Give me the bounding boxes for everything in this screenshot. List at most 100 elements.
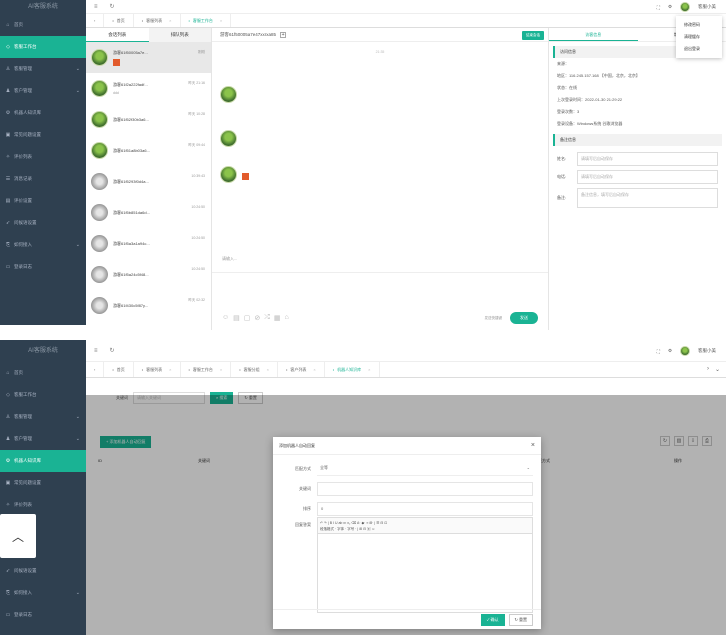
tab-item[interactable]: • 客服工作台 × [181,362,232,377]
reset-button[interactable]: ↻ 重置 [508,613,533,626]
refresh-icon[interactable]: ↻ [110,3,115,10]
chat-list-item[interactable]: 游客61f5a24c5f48... 10:24:50 [86,259,211,290]
confirm-button[interactable]: ✓ 确认 [480,613,505,626]
end-session-button[interactable]: 结束会话 [522,31,544,40]
chat-list-item[interactable]: 游客61f2a222fadf... ddd 昨天 21:16 [86,73,211,104]
emoji-icon[interactable]: ☺ [222,314,229,322]
chevron-down-icon: ⌄ [526,465,530,470]
editor-toolbar[interactable]: ↶ ↷ | B I U ab x² x₂ ⌫ A· ◆· ≡ ⊞· | ☰ ⊟ … [318,518,532,534]
send-hint[interactable]: 发送快捷键 [485,316,503,321]
tab-prev-icon[interactable]: ‹ [86,14,105,27]
file-icon[interactable]: ▢ [244,314,251,322]
home-icon[interactable]: ⌂ [285,314,289,322]
close-icon[interactable]: × [220,18,222,23]
menu-item-clear-cache[interactable]: 清理缓存 [676,31,722,43]
block-icon[interactable]: ⊘ [254,314,260,322]
image-message[interactable] [242,172,249,180]
remark-input[interactable]: 请填写后自动保存 [577,170,718,184]
sidebar-item[interactable]: ▣ 常见问题设置 [0,472,86,494]
remark-input[interactable]: 请填写后自动保存 [577,152,718,166]
sidebar-item[interactable]: ♟ 客户管理 ⌄ [0,80,86,102]
sidebar-item[interactable]: ▭ 登录日志 [0,604,86,626]
menu-toggle-icon[interactable]: ≡ [94,4,98,10]
refresh-icon[interactable]: ↻ [110,347,115,354]
close-icon[interactable]: × [220,367,222,372]
tab-item[interactable]: • 首页 [104,14,134,27]
menu-toggle-icon[interactable]: ≡ [94,348,98,354]
chat-list-item[interactable]: 游客61f51a8b03a6... 昨天 09:44 [86,135,211,166]
sidebar-item-label: 评价列表 [14,502,32,507]
sidebar-item[interactable]: ✧ 评价列表 [0,146,86,168]
sidebar-item[interactable]: ◇ 客服工作台 [0,36,86,58]
avatar[interactable] [680,2,690,12]
close-icon[interactable]: × [267,367,269,372]
chat-list-item[interactable]: 游客61f430c5f87y... 昨天 02:32 [86,290,211,321]
tab-item[interactable]: • 机器人知识库 × [325,362,380,377]
add-icon[interactable]: + [280,31,287,38]
close-icon[interactable]: × [169,367,171,372]
match-type-select[interactable]: 全等 ⌄ [317,462,533,476]
sidebar-item[interactable]: ➶ 问候语设置 [0,560,86,582]
menu-item-change-password[interactable]: 修改密码 [676,19,722,31]
sidebar-item[interactable]: ➶ 问候语设置 [0,212,86,234]
rich-text-editor[interactable]: ↶ ↷ | B I U ab x² x₂ ⌫ A· ◆· ≡ ⊞· | ☰ ⊟ … [317,517,533,613]
sidebar-item[interactable]: ▣ 常见问题设置 [0,124,86,146]
user-name[interactable]: 客服小美 [698,4,716,10]
sidebar-item[interactable]: ▤ 评价设置 [0,190,86,212]
remark-input[interactable]: 备注信息，填写后自动保存 [577,188,718,208]
chat-time: 昨天 21:16 [188,81,205,85]
editor-toolbar-row[interactable]: 段落格式 · 字体 · 字号 · | ⊞ ⊟ ▣ ☺ [320,526,530,532]
chat-list-item[interactable]: 游客61f50005a7e... 刚刚 [86,42,211,73]
sidebar-item-label: 登录日志 [14,264,32,269]
sidebar-item[interactable]: ♙ 客服管理 ⌄ [0,58,86,80]
sidebar-item[interactable]: ▭ 登录日志 [0,256,86,278]
avatar[interactable] [680,346,690,356]
send-button[interactable]: 发送 [510,312,538,324]
message-input[interactable]: 请输入... [222,256,237,262]
chevron-down-icon[interactable]: ⌄ [715,366,720,373]
chat-list-item[interactable]: 游客61f52f30b3a6... 昨天 10:28 [86,104,211,135]
sidebar-item[interactable]: ⎘ 如何接入 ⌄ [0,234,86,256]
tab-item[interactable]: • 客服工作台 × [181,14,232,27]
tab-prev-icon[interactable]: ‹ [86,362,105,377]
grid-icon[interactable]: ▦ [274,314,281,322]
sidebar-item[interactable]: ☰ 消息记录 [0,168,86,190]
fullscreen-icon[interactable]: ⛶ [657,5,660,10]
sidebar-item[interactable]: ✧ 评价列表 [0,494,86,516]
tab-item[interactable]: • 客户列表 × [278,362,325,377]
sidebar-item[interactable]: ◇ 客服工作台 [0,384,86,406]
sort-field[interactable]: 0 [317,502,533,516]
tab-visitor-info[interactable]: 访客信息 [549,28,638,41]
chat-list-item[interactable]: 游客61f5293f0d4a... 10:39:43 [86,166,211,197]
user-name[interactable]: 客服小美 [698,348,716,354]
sidebar-item[interactable]: ⎘ 如何接入 ⌄ [0,582,86,604]
tab-next-icon[interactable]: › [707,366,709,373]
settings-icon[interactable]: ⚙ [668,4,672,10]
sidebar-item-label: 客服工作台 [14,392,37,397]
sidebar-item[interactable]: ♙ 客服管理 ⌄ [0,406,86,428]
sidebar-item[interactable]: ⚙ 机器人知识库 [0,450,86,472]
close-icon[interactable]: × [368,367,370,372]
sidebar-item[interactable]: ♟ 客户管理 ⌄ [0,428,86,450]
transfer-icon[interactable]: ⤮ [264,314,270,322]
tab-item[interactable]: • 客服列表 × [134,14,181,27]
keyword-field[interactable] [317,482,533,496]
tab-queue[interactable]: 排队列表 [148,28,211,42]
tab-item[interactable]: • 客服分组 × [231,362,278,377]
scroll-top-button[interactable]: ︿ [0,514,36,558]
close-icon[interactable]: × [531,442,535,449]
close-icon[interactable]: × [169,18,171,23]
tab-item[interactable]: • 首页 [104,362,134,377]
sidebar-item[interactable]: ⚙ 机器人知识库 [0,102,86,124]
sidebar-item[interactable]: ⌂ 首页 [0,362,86,384]
close-icon[interactable]: × [313,367,315,372]
chat-list-item[interactable]: 游客61f5a3a1a94c... 10:24:50 [86,228,211,259]
tab-item[interactable]: • 客服列表 × [134,362,181,377]
menu-item-logout[interactable]: 退出登录 [676,43,722,55]
sidebar-item[interactable]: ⌂ 首页 [0,14,86,36]
tab-sessions[interactable]: 会话列表 [86,28,149,42]
image-icon[interactable]: ▤ [233,314,240,322]
fullscreen-icon[interactable]: ⛶ [657,349,660,354]
chat-list-item[interactable]: 游客61f5b851da6d... 10:24:50 [86,197,211,228]
settings-icon[interactable]: ⚙ [668,348,672,354]
